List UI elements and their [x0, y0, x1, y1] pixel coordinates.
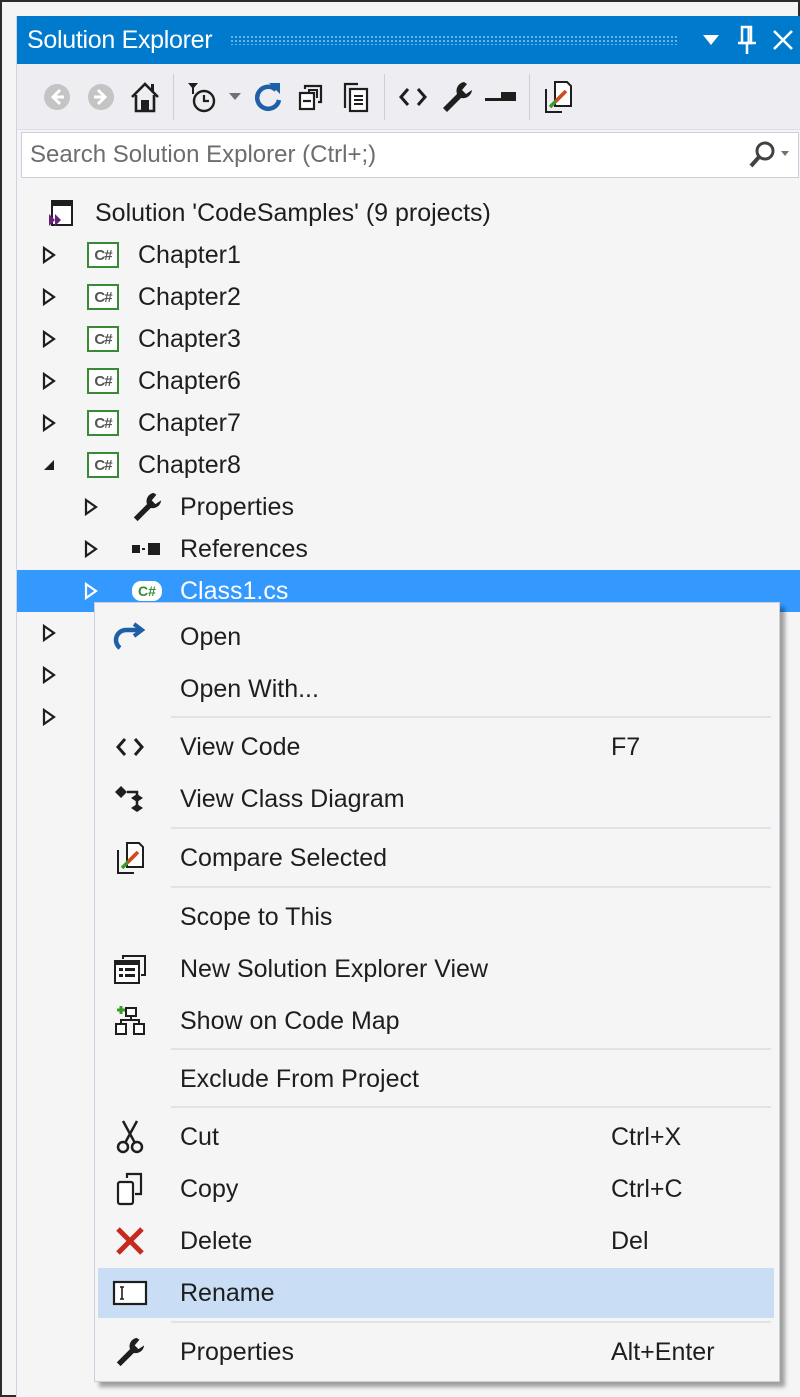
- expand-arrow-icon[interactable]: [81, 581, 101, 601]
- visual-studio-solution-icon: [43, 198, 79, 228]
- collapse-all-icon[interactable]: [290, 75, 334, 119]
- references-icon: [129, 534, 165, 564]
- menu-item-view-class-diagram[interactable]: View Class Diagram: [98, 774, 774, 824]
- menu-item-cut[interactable]: Cut Ctrl+X: [98, 1112, 774, 1162]
- tree-item-project[interactable]: C# Chapter7: [17, 402, 800, 444]
- tree-item-project[interactable]: C# Chapter1: [17, 234, 800, 276]
- expand-arrow-icon[interactable]: [39, 623, 59, 643]
- properties-icon[interactable]: [435, 75, 479, 119]
- filter-dropdown-icon[interactable]: [224, 75, 246, 119]
- csharp-project-icon: C#: [85, 324, 121, 354]
- tree-item-solution[interactable]: Solution 'CodeSamples' (9 projects): [17, 192, 800, 234]
- toolbar-separator: [384, 73, 385, 120]
- tree-item-label: Chapter7: [138, 408, 241, 437]
- csharp-project-icon: C#: [85, 240, 121, 270]
- window-position-dropdown-icon[interactable]: [693, 20, 729, 60]
- delete-x-icon: [108, 1221, 152, 1261]
- code-map-icon: [108, 1001, 152, 1041]
- menu-item-view-code[interactable]: View Code F7: [98, 722, 774, 772]
- copy-icon: [108, 1169, 152, 1209]
- menu-item-open-with[interactable]: Open With...: [98, 664, 774, 714]
- class-diagram-icon: [108, 779, 152, 819]
- menu-item-show-on-code-map[interactable]: Show on Code Map: [98, 996, 774, 1046]
- menu-separator: [171, 1321, 771, 1323]
- toolbar: [17, 64, 800, 130]
- home-icon[interactable]: [123, 75, 167, 119]
- svg-text:C#: C#: [138, 583, 156, 599]
- collapse-arrow-icon[interactable]: [39, 455, 59, 475]
- expand-arrow-icon[interactable]: [81, 497, 101, 517]
- menu-item-scope-to-this[interactable]: Scope to This: [98, 892, 774, 942]
- expand-arrow-icon[interactable]: [39, 245, 59, 265]
- tree-item-properties[interactable]: Properties: [17, 486, 800, 528]
- pin-icon[interactable]: [729, 20, 765, 60]
- menu-separator: [171, 716, 771, 718]
- compare-icon: [108, 838, 152, 878]
- expand-arrow-icon[interactable]: [39, 707, 59, 727]
- wrench-icon: [129, 492, 165, 522]
- new-view-icon: [108, 949, 152, 989]
- toolbar-separator: [173, 73, 174, 120]
- pending-changes-filter-icon[interactable]: [180, 75, 224, 119]
- menu-item-new-solution-explorer-view[interactable]: New Solution Explorer View: [98, 944, 774, 994]
- csharp-project-icon: C#: [85, 282, 121, 312]
- menu-item-copy[interactable]: Copy Ctrl+C: [98, 1164, 774, 1214]
- tree-item-label: Chapter8: [138, 450, 241, 479]
- preview-selected-icon[interactable]: [479, 75, 523, 119]
- expand-arrow-icon[interactable]: [39, 371, 59, 391]
- search-icon[interactable]: [740, 133, 798, 177]
- tree-item-project-expanded[interactable]: C# Chapter8: [17, 444, 800, 486]
- menu-item-exclude-from-project[interactable]: Exclude From Project: [98, 1054, 774, 1104]
- panel-title: Solution Explorer: [27, 25, 213, 54]
- tree-item-label: Chapter6: [138, 366, 241, 395]
- expand-arrow-icon[interactable]: [39, 329, 59, 349]
- expand-arrow-icon[interactable]: [81, 539, 101, 559]
- code-brackets-icon: [108, 727, 152, 767]
- menu-item-rename[interactable]: Rename: [98, 1268, 774, 1318]
- search-input[interactable]: [22, 141, 740, 169]
- wrench-icon: [108, 1332, 152, 1372]
- menu-separator: [171, 1048, 771, 1050]
- csharp-project-icon: C#: [85, 408, 121, 438]
- view-code-icon[interactable]: [391, 75, 435, 119]
- back-icon[interactable]: [35, 75, 79, 119]
- menu-item-compare-selected[interactable]: Compare Selected: [98, 833, 774, 883]
- tree-item-label: References: [180, 534, 308, 563]
- tree-item-label: Properties: [180, 492, 294, 521]
- menu-separator: [171, 827, 771, 829]
- refresh-icon[interactable]: [246, 75, 290, 119]
- expand-arrow-icon[interactable]: [39, 665, 59, 685]
- toolbar-separator: [529, 73, 530, 120]
- open-arrow-icon: [108, 617, 152, 657]
- scissors-icon: [108, 1117, 152, 1157]
- tree-item-project[interactable]: C# Chapter2: [17, 276, 800, 318]
- menu-separator: [171, 1106, 771, 1108]
- csharp-project-icon: C#: [85, 450, 121, 480]
- menu-item-open[interactable]: Open: [98, 612, 774, 662]
- context-menu: Open Open With... View Code F7 View Clas…: [94, 602, 780, 1382]
- rename-icon: [108, 1273, 152, 1313]
- title-bar[interactable]: Solution Explorer: [17, 16, 800, 64]
- compare-icon[interactable]: [536, 75, 580, 119]
- close-icon[interactable]: [765, 20, 800, 60]
- screen-frame: Solution Explorer Search Solution Explor…: [0, 0, 800, 1397]
- tree-item-project[interactable]: C# Chapter3: [17, 318, 800, 360]
- search-box: [21, 132, 799, 178]
- menu-item-properties[interactable]: Properties Alt+Enter: [98, 1327, 774, 1377]
- expand-arrow-icon[interactable]: [39, 413, 59, 433]
- tree-item-label: Chapter3: [138, 324, 241, 353]
- show-all-files-icon[interactable]: [334, 75, 378, 119]
- tree-item-label: Solution 'CodeSamples' (9 projects): [95, 198, 491, 227]
- menu-item-delete[interactable]: Delete Del: [98, 1216, 774, 1266]
- tree-item-references[interactable]: References: [17, 528, 800, 570]
- expand-arrow-icon[interactable]: [39, 287, 59, 307]
- csharp-project-icon: C#: [85, 366, 121, 396]
- drag-grip[interactable]: [230, 35, 677, 45]
- menu-separator: [171, 886, 771, 888]
- tree-item-project[interactable]: C# Chapter6: [17, 360, 800, 402]
- tree-item-label: Chapter1: [138, 240, 241, 269]
- forward-icon[interactable]: [79, 75, 123, 119]
- tree-item-label: Chapter2: [138, 282, 241, 311]
